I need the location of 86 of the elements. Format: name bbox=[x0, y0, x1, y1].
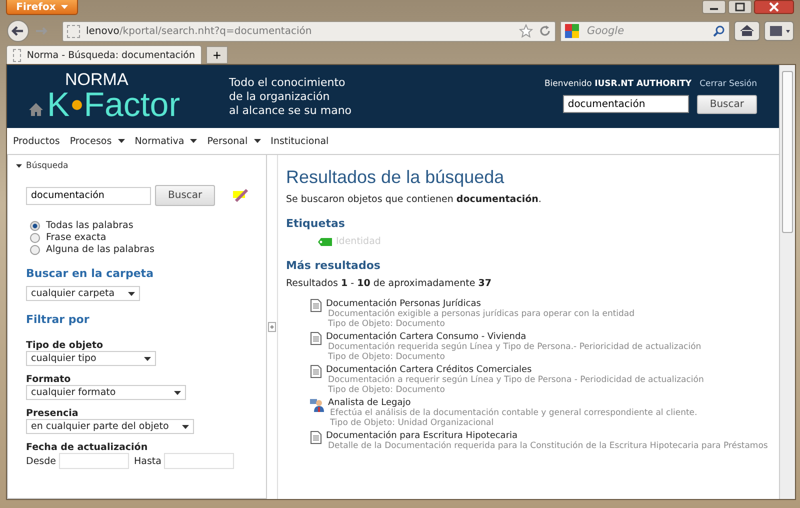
date-label: Desde bbox=[26, 456, 56, 466]
folder-dropdown[interactable]: cualquier carpeta bbox=[26, 286, 140, 301]
result-title[interactable]: Documentación Personas Jurídicas bbox=[326, 299, 481, 309]
maximize-icon[interactable] bbox=[728, 0, 752, 14]
bookmarks-icon[interactable] bbox=[764, 21, 794, 41]
person-icon bbox=[310, 398, 324, 412]
search-field[interactable]: documentación bbox=[26, 186, 151, 204]
logo-text: K bbox=[47, 88, 70, 122]
document-icon bbox=[310, 365, 322, 378]
result-description: Documentación exigible a personas jurídicas para operar con la entidad bbox=[328, 309, 635, 319]
result-description: Detalle de la Documentación requerida para la Constitución de la Escritura Hipotecaria para Préstamos bbox=[328, 441, 768, 451]
result-type: Tipo de Objeto: Documento bbox=[328, 352, 445, 362]
welcome-text: Bienvenido IUSR.NT AUTHORITY bbox=[544, 79, 692, 89]
result-title[interactable]: Documentación Cartera Consumo - Vivienda bbox=[326, 332, 526, 342]
caret-icon bbox=[182, 424, 189, 428]
new-tab-button[interactable]: + bbox=[206, 46, 228, 64]
date-field[interactable] bbox=[164, 453, 234, 469]
filter-label: Tipo de objeto bbox=[26, 340, 104, 351]
menu-item[interactable]: Productos bbox=[13, 136, 60, 146]
reload-icon bbox=[539, 25, 551, 37]
caret-icon bbox=[144, 356, 151, 360]
menu-item[interactable]: Institucional bbox=[270, 136, 329, 146]
caret-icon bbox=[254, 139, 261, 143]
minimize-icon[interactable] bbox=[702, 0, 726, 14]
filter-label: Presencia bbox=[26, 408, 78, 419]
caret-icon bbox=[16, 164, 22, 168]
caret-icon bbox=[118, 139, 125, 143]
browser-tab[interactable]: Norma - Búsqueda: documentación bbox=[6, 45, 202, 64]
page-title: Resultados de la búsqueda bbox=[286, 167, 504, 188]
menu-item[interactable]: Procesos bbox=[70, 136, 125, 146]
filter-dropdown[interactable]: cualquier formato bbox=[26, 385, 186, 400]
document-icon bbox=[310, 431, 322, 444]
logo-text: Factor bbox=[84, 88, 180, 122]
address-bar[interactable]: lenovo/kportal/search.nht?q=documentación bbox=[62, 20, 556, 42]
radio-option[interactable]: Alguna de las palabras bbox=[30, 244, 154, 255]
splitter-handle[interactable] bbox=[268, 322, 276, 332]
search-button[interactable]: Buscar bbox=[155, 185, 216, 206]
document-icon bbox=[310, 299, 322, 312]
tagline-text: al alcance se su mano bbox=[229, 104, 353, 118]
filter-label: Fecha de actualización bbox=[26, 442, 148, 453]
result-title[interactable]: Documentación Cartera Créditos Comerciales bbox=[326, 365, 532, 375]
filter-label: Formato bbox=[26, 374, 71, 385]
radio-option[interactable]: Frase exacta bbox=[30, 232, 154, 243]
caret-icon bbox=[128, 292, 135, 296]
result-type: Tipo de Objeto: Unidad Organizacional bbox=[330, 418, 494, 428]
date-field[interactable] bbox=[58, 453, 129, 469]
section-heading: Filtrar por bbox=[26, 313, 90, 326]
spellcheck-icon[interactable] bbox=[233, 188, 250, 202]
tag-icon bbox=[318, 238, 332, 246]
search-summary: Se buscaron objetos que contienen documentación. bbox=[286, 194, 542, 205]
menu-item[interactable]: Personal bbox=[207, 136, 261, 146]
results-count: Resultados 1 - 10 de aproximadamente 37 bbox=[286, 278, 492, 289]
logo-title: NORMA bbox=[65, 71, 130, 88]
caret-icon bbox=[60, 5, 68, 9]
menu-item[interactable]: Normativa bbox=[134, 136, 198, 146]
section-heading: Buscar en la carpeta bbox=[26, 267, 154, 280]
result-title[interactable]: Documentación para Escritura Hipotecaria bbox=[326, 431, 518, 441]
tagline-text: de la organización bbox=[229, 90, 331, 104]
caret-icon bbox=[174, 390, 181, 394]
result-description: Efectúa el análisis de la documentación contable y general correspondiente al cliente. bbox=[330, 408, 698, 418]
home-icon[interactable] bbox=[29, 103, 43, 116]
document-icon bbox=[310, 332, 322, 345]
search-icon[interactable] bbox=[713, 25, 725, 37]
result-type: Tipo de Objeto: Documento bbox=[328, 385, 445, 395]
search-button[interactable]: Buscar bbox=[696, 95, 757, 114]
result-type: Tipo de Objeto: Documento bbox=[328, 319, 445, 329]
date-label: Hasta bbox=[134, 456, 162, 466]
section-heading: Etiquetas bbox=[286, 217, 345, 230]
search-field[interactable]: documentación bbox=[562, 95, 689, 113]
section-heading: Más resultados bbox=[286, 259, 380, 272]
logout-link[interactable]: Cerrar Sesión bbox=[700, 79, 757, 89]
filter-dropdown[interactable]: en cualquier parte del objeto bbox=[26, 419, 194, 434]
section-toggle[interactable]: Búsqueda bbox=[16, 161, 68, 171]
tagline-text: Todo el conocimiento bbox=[229, 76, 346, 90]
dot-icon bbox=[72, 100, 82, 110]
result-description: Documentación requerida según Línea y Tipo de Persona.- Perioricidad de actualización bbox=[328, 342, 702, 352]
filter-dropdown[interactable]: cualquier tipo bbox=[26, 351, 156, 366]
radio-option[interactable]: Todas las palabras bbox=[30, 220, 154, 231]
scrollbar[interactable] bbox=[779, 65, 795, 499]
home-icon[interactable] bbox=[734, 21, 760, 41]
close-icon[interactable] bbox=[754, 0, 794, 14]
search-engine-icon[interactable] bbox=[565, 24, 581, 38]
result-title[interactable]: Analista de Legajo bbox=[328, 398, 411, 408]
caret-icon bbox=[190, 139, 198, 143]
star-icon bbox=[519, 24, 533, 38]
result-description: Documentación a requerir según Línea y Tipo de Persona - Periodicidad de actualización bbox=[328, 375, 704, 385]
